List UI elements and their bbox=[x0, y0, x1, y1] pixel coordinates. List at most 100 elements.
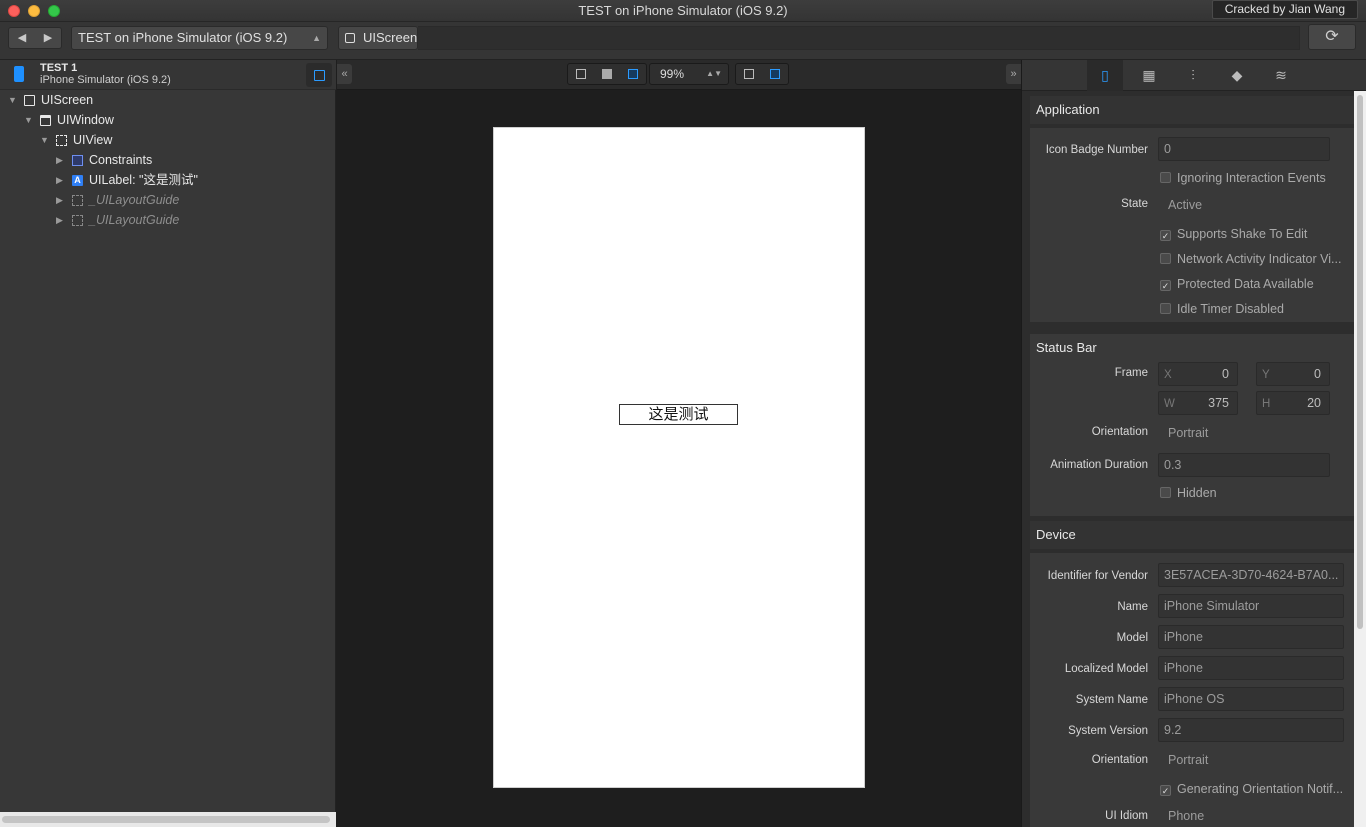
disclosure-closed-icon[interactable]: ▶ bbox=[56, 190, 63, 210]
status-bar-section-header[interactable]: Status Bar bbox=[1030, 334, 1354, 362]
disclosure-open-icon[interactable]: ▼ bbox=[24, 110, 33, 130]
disclosure-open-icon[interactable]: ▼ bbox=[8, 90, 17, 110]
checkmark-icon: ✓ bbox=[1160, 785, 1171, 796]
disclosure-closed-icon[interactable]: ▶ bbox=[56, 170, 63, 190]
device-section-header[interactable]: Device bbox=[1030, 521, 1354, 549]
tree-row-uiscreen[interactable]: ▼ UIScreen bbox=[0, 90, 336, 110]
tree-label: UIView bbox=[73, 133, 113, 147]
y-prefix: Y bbox=[1262, 369, 1270, 381]
collapse-left-button[interactable]: « bbox=[337, 64, 352, 84]
file-inspector-tab[interactable]: ▯ bbox=[1087, 60, 1123, 91]
tree-row-uiwindow[interactable]: ▼ UIWindow bbox=[0, 110, 336, 130]
scrollbar-thumb[interactable] bbox=[2, 816, 330, 823]
view-tree: ▼ UIScreen ▼ UIWindow ▼ UIView ▶ Constra… bbox=[0, 90, 336, 230]
scheme-label: TEST on iPhone Simulator (iOS 9.2) bbox=[78, 30, 288, 45]
forward-button[interactable]: ▶ bbox=[35, 28, 61, 48]
layout-guide-icon bbox=[72, 215, 83, 226]
zoom-selector[interactable]: 99% ▲▼ bbox=[649, 63, 729, 85]
disclosure-closed-icon[interactable]: ▶ bbox=[56, 210, 63, 230]
disclosure-open-icon[interactable]: ▼ bbox=[40, 130, 49, 150]
checkbox-icon bbox=[1160, 172, 1171, 183]
updown-arrows-icon: ▲▼ bbox=[706, 69, 722, 78]
breadcrumb-bar bbox=[418, 26, 1300, 50]
ui-idiom-select[interactable]: Phone bbox=[1158, 806, 1338, 826]
canvas-area: « 99% ▲▼ » 这是测试 bbox=[337, 60, 1021, 827]
frame-y-field[interactable]: Y0 bbox=[1256, 362, 1330, 386]
layers-inspector-tab[interactable]: ≋ bbox=[1263, 60, 1299, 91]
name-field[interactable]: iPhone Simulator bbox=[1158, 594, 1344, 618]
vendor-id-field[interactable]: 3E57ACEA-3D70-4624-B7A0... bbox=[1158, 563, 1344, 587]
layout-inspector-tab[interactable]: ▦ bbox=[1131, 60, 1167, 91]
checkmark-icon: ✓ bbox=[1160, 280, 1171, 291]
model-field[interactable]: iPhone bbox=[1158, 625, 1344, 649]
animation-duration-value: 0.3 bbox=[1164, 458, 1182, 472]
system-version-field[interactable]: 9.2 bbox=[1158, 718, 1344, 742]
screen-icon bbox=[24, 95, 35, 106]
hierarchy-header: TEST 1 iPhone Simulator (iOS 9.2) bbox=[0, 60, 336, 90]
device-orientation-select[interactable]: Portrait bbox=[1158, 750, 1338, 770]
animation-duration-field[interactable]: 0.3 bbox=[1158, 453, 1330, 477]
tree-row-layout-guide[interactable]: ▶ _UILayoutGuide bbox=[0, 190, 336, 210]
tree-label: _UILayoutGuide bbox=[89, 193, 180, 207]
localized-model-field[interactable]: iPhone bbox=[1158, 656, 1344, 680]
device-name: iPhone Simulator (iOS 9.2) bbox=[40, 74, 171, 86]
combined-mode-button[interactable] bbox=[620, 64, 646, 84]
idle-timer-checkbox[interactable]: Idle Timer Disabled bbox=[1160, 302, 1284, 316]
frame-x-field[interactable]: X0 bbox=[1158, 362, 1238, 386]
frame-y-value: 0 bbox=[1314, 367, 1321, 381]
document-icon: ▯ bbox=[1101, 67, 1109, 83]
vertical-scrollbar[interactable] bbox=[1354, 91, 1366, 827]
size-inspector-tab[interactable]: ◆ bbox=[1219, 60, 1255, 91]
w-prefix: W bbox=[1164, 398, 1175, 410]
hidden-checkbox[interactable]: Hidden bbox=[1160, 486, 1217, 500]
checkbox-icon bbox=[1160, 487, 1171, 498]
generating-orientation-checkbox[interactable]: ✓ Generating Orientation Notif... bbox=[1160, 782, 1343, 796]
3d-mode-button[interactable] bbox=[762, 64, 788, 84]
back-button[interactable]: ◀ bbox=[9, 28, 35, 48]
tree-label: UIScreen bbox=[41, 93, 94, 107]
system-version-label: System Version bbox=[1068, 725, 1148, 737]
hidden-label: Hidden bbox=[1177, 486, 1217, 500]
toolbar: ◀ ▶ TEST on iPhone Simulator (iOS 9.2) ▲… bbox=[0, 22, 1366, 60]
wireframe-icon bbox=[576, 69, 586, 79]
icon-badge-field[interactable]: 0 bbox=[1158, 137, 1330, 161]
breadcrumb[interactable]: UIScreen bbox=[338, 26, 418, 50]
system-name-label: System Name bbox=[1075, 694, 1148, 706]
attributes-inspector-tab[interactable]: ⫶ bbox=[1175, 60, 1211, 91]
2d-mode-button[interactable] bbox=[736, 64, 762, 84]
tree-row-layout-guide[interactable]: ▶ _UILayoutGuide bbox=[0, 210, 336, 230]
frame-h-field[interactable]: H 20 bbox=[1256, 391, 1330, 415]
orientation-select[interactable]: Portrait bbox=[1158, 423, 1338, 443]
tree-row-uilabel[interactable]: ▶ A UILabel: "这是测试" bbox=[0, 170, 336, 190]
ignoring-events-label: Ignoring Interaction Events bbox=[1177, 171, 1326, 185]
state-select[interactable]: Active bbox=[1158, 195, 1338, 215]
idle-timer-label: Idle Timer Disabled bbox=[1177, 302, 1284, 316]
label-icon: A bbox=[72, 175, 83, 186]
ignoring-events-checkbox[interactable]: Ignoring Interaction Events bbox=[1160, 171, 1326, 185]
protected-data-checkbox[interactable]: ✓ Protected Data Available bbox=[1160, 277, 1314, 291]
application-section-header[interactable]: Application bbox=[1030, 96, 1354, 124]
system-name-field[interactable]: iPhone OS bbox=[1158, 687, 1344, 711]
tree-row-uiview[interactable]: ▼ UIView bbox=[0, 130, 336, 150]
scrollbar-thumb[interactable] bbox=[1357, 95, 1363, 629]
refresh-button[interactable]: ⟳ bbox=[1308, 24, 1356, 50]
horizontal-scrollbar[interactable] bbox=[0, 812, 336, 827]
3d-icon bbox=[770, 69, 780, 79]
collapse-right-button[interactable]: » bbox=[1006, 64, 1021, 84]
h-prefix: H bbox=[1262, 398, 1271, 410]
iphone-icon bbox=[14, 66, 24, 82]
uilabel-preview[interactable]: 这是测试 bbox=[619, 404, 738, 425]
tree-row-constraints[interactable]: ▶ Constraints bbox=[0, 150, 336, 170]
frame-w-value: 375 bbox=[1208, 396, 1229, 410]
device-screen[interactable]: 这是测试 bbox=[493, 127, 865, 788]
disclosure-closed-icon[interactable]: ▶ bbox=[56, 150, 63, 170]
frame-w-field[interactable]: W 375 bbox=[1158, 391, 1238, 415]
network-activity-checkbox[interactable]: Network Activity Indicator Vi... bbox=[1160, 252, 1341, 266]
content-mode-button[interactable] bbox=[594, 64, 620, 84]
wireframe-mode-button[interactable] bbox=[568, 64, 594, 84]
scheme-selector[interactable]: TEST on iPhone Simulator (iOS 9.2) ▲ bbox=[71, 26, 328, 50]
focus-button[interactable] bbox=[306, 63, 332, 87]
tree-label: UILabel: "这是测试" bbox=[89, 173, 198, 187]
supports-shake-checkbox[interactable]: ✓ Supports Shake To Edit bbox=[1160, 227, 1307, 241]
render-mode-segment bbox=[735, 63, 789, 85]
